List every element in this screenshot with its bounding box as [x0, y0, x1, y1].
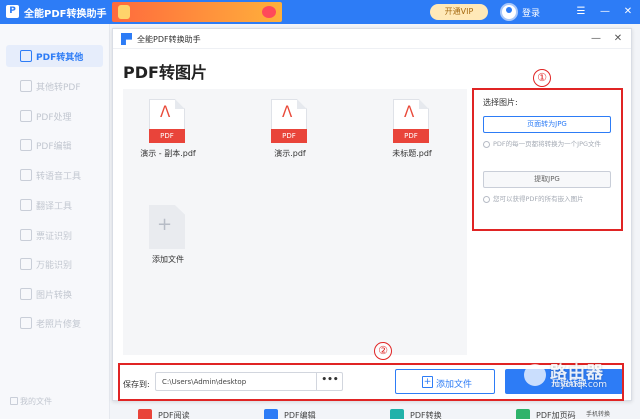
- dialog-titlebar: 全能PDF转换助手 — ✕: [113, 29, 631, 49]
- sidebar-item-other-to-pdf[interactable]: 其他转PDF: [6, 75, 103, 97]
- watermark: 路由器 luyouqi.com: [524, 356, 634, 400]
- bottom-tools: PDF阅读 PDF编辑 PDF转换 PDF加页码 手机转换: [112, 403, 632, 419]
- sidebar-item-label: 图片转换: [36, 291, 73, 301]
- acrobat-icon: ᐱ: [404, 103, 415, 121]
- sidebar-item-pdf-to-other[interactable]: PDF转其他: [6, 45, 103, 67]
- process-icon: [20, 110, 32, 122]
- file-name: 演示 - 副本.pdf: [140, 149, 196, 158]
- sidebar-item-image-convert[interactable]: 图片转换: [6, 283, 103, 305]
- minimize-icon[interactable]: —: [589, 32, 603, 46]
- plus-icon: +: [157, 214, 173, 235]
- file-name: 演示.pdf: [274, 149, 306, 158]
- annotation-marker-2: ②: [374, 342, 392, 360]
- sidebar-item-universal-recognition[interactable]: 万能识别: [6, 253, 103, 275]
- file-card[interactable]: ᐱ PDF 演示.pdf: [245, 91, 335, 181]
- sidebar-item-label: 其他转PDF: [36, 83, 81, 93]
- sidebar: PDF转其他 其他转PDF PDF处理 PDF编辑 转语音工具 翻译工具 票证识…: [0, 24, 110, 419]
- page-number-icon: [516, 409, 530, 419]
- sidebar-item-pdf-process[interactable]: PDF处理: [6, 105, 103, 127]
- sidebar-item-photo-restore[interactable]: 老照片修复: [6, 312, 103, 334]
- pdf-tag: PDF: [393, 129, 429, 143]
- annotation-box-1: [472, 88, 623, 231]
- photo-icon: [20, 317, 32, 329]
- file-card[interactable]: ᐱ PDF 未标题.pdf: [367, 91, 457, 181]
- pdf-edit-icon: [264, 409, 278, 419]
- pdf-convert-icon: [390, 409, 404, 419]
- coin-icon: [262, 6, 276, 18]
- acrobat-icon: ᐱ: [160, 103, 171, 121]
- add-file-label: 添加文件: [152, 255, 184, 264]
- sidebar-item-label: PDF编辑: [36, 142, 72, 152]
- sidebar-item-label: 万能识别: [36, 261, 73, 271]
- promo-banner[interactable]: [112, 2, 282, 22]
- edit-icon: [20, 139, 32, 151]
- pdf-tag: PDF: [149, 129, 185, 143]
- router-logo-icon: [524, 364, 546, 386]
- close-icon[interactable]: ✕: [611, 32, 625, 46]
- file-list-area[interactable]: ᐱ PDF 演示 - 副本.pdf ᐱ PDF 演示.pdf ᐱ PDF 未标题…: [123, 89, 467, 355]
- sidebar-item-label: 转语音工具: [36, 172, 82, 182]
- watermark-subtitle: luyouqi.com: [552, 380, 608, 390]
- annotation-marker-1: ①: [533, 69, 551, 87]
- ticket-icon: [20, 229, 32, 241]
- app-logo-icon: [121, 33, 132, 45]
- app-name: 全能PDF转换助手: [24, 9, 107, 20]
- sidebar-item-ticket-recognition[interactable]: 票证识别: [6, 224, 103, 246]
- file-name: 未标题.pdf: [392, 149, 432, 158]
- app-titlebar: P 全能PDF转换助手 开通VIP 登录 ☰ — ✕: [0, 0, 640, 24]
- acrobat-icon: ᐱ: [282, 103, 293, 121]
- page-title: PDF转图片: [123, 63, 207, 82]
- sidebar-item-label: PDF处理: [36, 113, 72, 123]
- scan-icon: [20, 258, 32, 270]
- dialog-title: 全能PDF转换助手: [137, 35, 201, 44]
- translate-icon: [20, 199, 32, 211]
- vip-button[interactable]: 开通VIP: [430, 4, 488, 20]
- speech-icon: [20, 169, 32, 181]
- pdf-read-icon: [138, 409, 152, 419]
- folder-icon: [10, 397, 18, 405]
- image-icon: [20, 288, 32, 300]
- sidebar-item-pdf-edit[interactable]: PDF编辑: [6, 134, 103, 156]
- sidebar-item-label: PDF转其他: [36, 53, 84, 63]
- login-link[interactable]: 登录: [522, 6, 540, 19]
- sidebar-item-translate-tools[interactable]: 翻译工具: [6, 194, 103, 216]
- avatar[interactable]: [500, 3, 518, 21]
- pdf-tag: PDF: [271, 129, 307, 143]
- minimize-icon[interactable]: —: [597, 4, 613, 20]
- doc-icon: [20, 80, 32, 92]
- sidebar-item-speech-tools[interactable]: 转语音工具: [6, 164, 103, 186]
- phone-convert-label[interactable]: 手机转换: [586, 409, 610, 418]
- app-logo-icon: P: [6, 5, 19, 18]
- sidebar-item-label: 翻译工具: [36, 202, 73, 212]
- close-icon[interactable]: ✕: [620, 4, 636, 20]
- pdf-doc-icon: [20, 50, 32, 62]
- sidebar-item-label: 老照片修复: [36, 320, 82, 330]
- menu-icon[interactable]: ☰: [573, 4, 589, 20]
- sidebar-item-label: 票证识别: [36, 232, 73, 242]
- gift-icon: [118, 5, 130, 19]
- file-card[interactable]: ᐱ PDF 演示 - 副本.pdf: [123, 91, 213, 181]
- my-files-link[interactable]: 我的文件: [20, 396, 52, 407]
- add-file-card[interactable]: + 添加文件: [123, 197, 213, 287]
